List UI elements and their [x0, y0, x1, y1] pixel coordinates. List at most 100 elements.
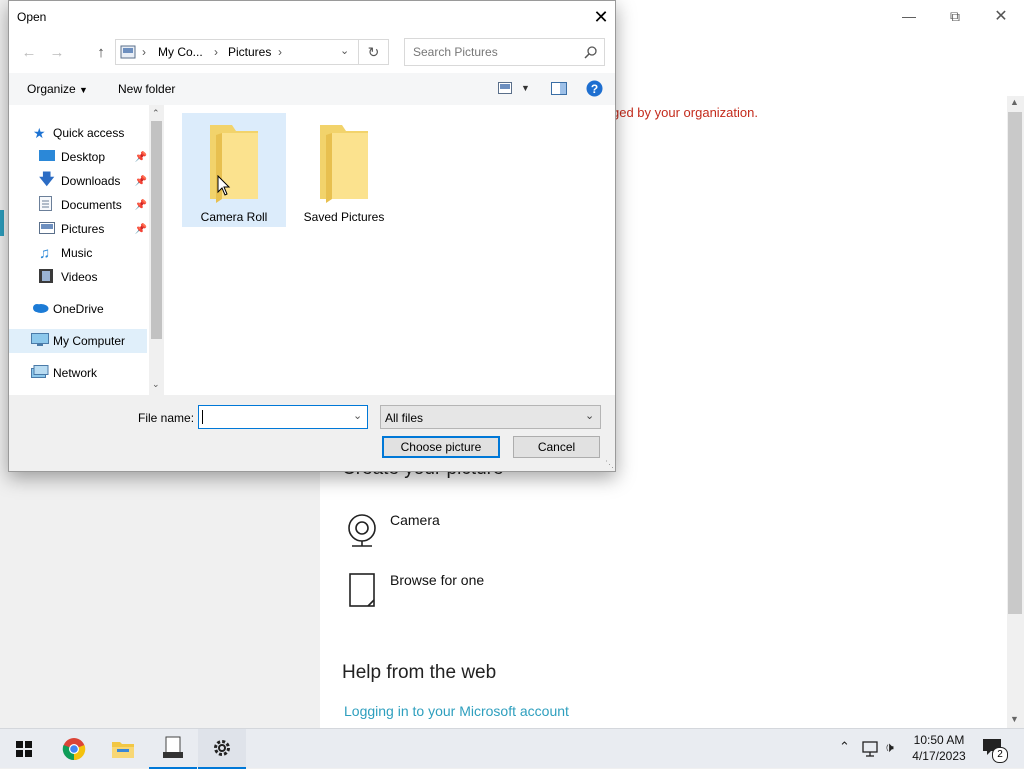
help-heading: Help from the web: [342, 662, 497, 683]
windows-start-icon[interactable]: [0, 729, 48, 769]
restore-button[interactable]: ⧉: [932, 0, 978, 32]
breadcrumb-pictures[interactable]: Pictures: [228, 45, 271, 59]
browse-label[interactable]: Browse for one: [390, 572, 484, 588]
chevron-down-icon: ▼: [79, 85, 88, 95]
back-button[interactable]: ←: [17, 41, 41, 63]
help-icon[interactable]: ?: [586, 80, 603, 97]
pictures-icon: [39, 221, 61, 237]
nav-quick-access[interactable]: ★ Quick access: [33, 121, 124, 145]
file-type-select[interactable]: All files ⌄: [380, 405, 601, 429]
close-window-button[interactable]: ✕: [978, 0, 1024, 32]
file-name-combobox[interactable]: ⌄: [198, 405, 368, 429]
folder-icon: [320, 125, 368, 203]
nav-onedrive-label: OneDrive: [53, 302, 104, 316]
documents-icon: [39, 196, 61, 214]
chevron-right-icon: ›: [142, 45, 146, 59]
folder-saved-pictures[interactable]: Saved Pictures: [292, 113, 396, 227]
nav-item-documents[interactable]: Documents 📌: [39, 193, 147, 217]
refresh-button[interactable]: ↻: [359, 39, 389, 65]
forward-button[interactable]: →: [45, 41, 69, 63]
new-folder-button[interactable]: New folder: [118, 82, 175, 96]
cancel-button[interactable]: Cancel: [513, 436, 600, 458]
network-status-icon[interactable]: [862, 741, 880, 757]
folder-name: Saved Pictures: [303, 210, 385, 224]
nav-onedrive[interactable]: OneDrive: [31, 297, 104, 321]
pin-icon: 📌: [134, 223, 147, 235]
nav-scrollbar-thumb[interactable]: [151, 121, 162, 339]
taskbar: ⌃ 🕩 10:50 AM 4/17/2023 2: [0, 728, 1024, 769]
scroll-up-icon[interactable]: ▲: [1010, 97, 1019, 107]
view-dropdown-icon[interactable]: ▼: [521, 83, 530, 93]
choose-picture-button[interactable]: Choose picture: [382, 436, 500, 458]
pin-icon: 📌: [134, 151, 147, 163]
camera-label[interactable]: Camera: [390, 512, 440, 528]
nav-network[interactable]: Network: [31, 361, 97, 385]
music-icon: ♫: [39, 244, 51, 262]
notification-badge: 2: [992, 747, 1008, 763]
nav-item-music[interactable]: ♫ Music: [39, 241, 92, 265]
folder-name: Camera Roll: [200, 210, 268, 224]
show-hidden-icons-icon[interactable]: ⌃: [839, 739, 850, 755]
folder-icon: [210, 125, 258, 203]
nav-item-label: Downloads: [61, 174, 121, 188]
breadcrumb-my-computer[interactable]: My Co...: [158, 45, 203, 59]
chevron-down-icon[interactable]: ⌄: [353, 409, 362, 422]
camera-icon: [348, 514, 376, 547]
chevron-right-icon: ›: [214, 45, 218, 59]
nav-item-label: Documents: [61, 198, 122, 212]
videos-icon: [39, 268, 61, 286]
nav-my-computer-label: My Computer: [53, 334, 126, 348]
dialog-toolbar: Organize ▼ New folder ▼ ?: [9, 73, 615, 105]
nav-item-videos[interactable]: Videos: [39, 265, 97, 289]
dialog-titlebar[interactable]: [9, 1, 617, 33]
up-button[interactable]: ↑: [89, 41, 113, 63]
nav-item-label: Desktop: [61, 150, 106, 164]
nav-scrollbar[interactable]: ⌃ ⌄: [149, 105, 164, 395]
pin-icon: 📌: [134, 199, 147, 211]
file-name-label: File name:: [138, 411, 195, 425]
address-bar[interactable]: › My Co... › Pictures › ⌄: [115, 39, 359, 65]
pictures-location-icon: [120, 45, 136, 59]
star-icon: ★: [33, 124, 46, 141]
svg-text:?: ?: [591, 82, 598, 96]
folder-camera-roll[interactable]: Camera Roll: [182, 113, 286, 227]
search-box[interactable]: Search Pictures: [404, 38, 605, 66]
preview-pane-icon[interactable]: [551, 82, 567, 95]
file-explorer-icon[interactable]: [99, 729, 147, 769]
chevron-right-icon: ›: [278, 45, 282, 59]
nav-item-pictures[interactable]: Pictures 📌: [39, 217, 147, 241]
app-icon[interactable]: [149, 729, 197, 769]
notification-center-icon[interactable]: 2: [982, 738, 1008, 763]
dialog-close-button[interactable]: ✕: [587, 4, 615, 30]
organize-button[interactable]: Organize ▼: [27, 82, 88, 96]
nav-item-label: Pictures: [61, 222, 105, 236]
settings-scrollbar-thumb[interactable]: [1008, 112, 1022, 614]
nav-item-downloads[interactable]: 🡇 Downloads 📌: [39, 169, 147, 193]
policy-message: ged by your organization.: [612, 105, 758, 120]
open-file-dialog: Open ✕ ← → ↑ › My Co... › Pictures › ⌄ ↻…: [8, 0, 616, 472]
view-options-icon[interactable]: [498, 82, 512, 94]
scroll-down-icon[interactable]: ⌄: [152, 379, 160, 390]
scroll-down-icon[interactable]: ▼: [1010, 714, 1019, 724]
file-type-value: All files: [385, 411, 424, 425]
resize-grip-icon[interactable]: ⋱: [605, 459, 614, 470]
volume-icon[interactable]: 🕩: [885, 739, 894, 756]
nav-network-label: Network: [53, 366, 98, 380]
nav-my-computer[interactable]: My Computer: [31, 329, 125, 353]
pin-icon: 📌: [134, 175, 147, 187]
camera-option[interactable]: [344, 512, 380, 548]
chrome-icon[interactable]: [50, 729, 98, 769]
address-dropdown-icon[interactable]: ⌄: [340, 44, 349, 57]
computer-icon: [31, 332, 53, 350]
help-link[interactable]: Logging in to your Microsoft account: [344, 703, 569, 719]
chevron-down-icon: ⌄: [585, 410, 595, 422]
minimize-button[interactable]: —: [886, 0, 932, 32]
clock-time: 10:50 AM: [913, 733, 965, 747]
settings-icon[interactable]: [198, 729, 246, 769]
scroll-up-icon[interactable]: ⌃: [152, 108, 160, 119]
sidebar-selection-indicator: [0, 210, 4, 236]
search-input[interactable]: Search Pictures: [413, 45, 498, 59]
system-clock[interactable]: 10:50 AM 4/17/2023: [906, 732, 972, 764]
nav-item-desktop[interactable]: Desktop 📌: [39, 145, 147, 169]
browse-option[interactable]: [348, 572, 378, 608]
